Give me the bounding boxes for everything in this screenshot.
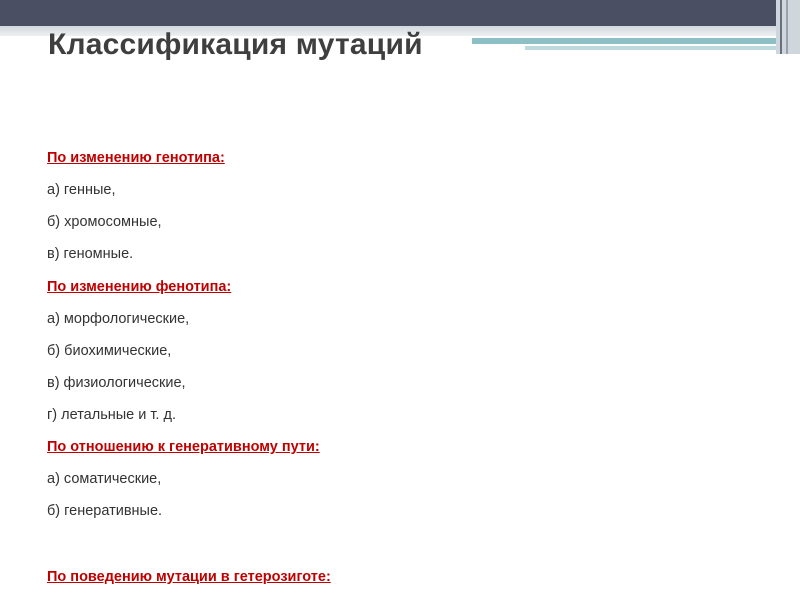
right-edge-line-secondary [786, 0, 788, 54]
right-edge-line [780, 0, 782, 54]
slide-title: Классификация мутаций [48, 28, 423, 61]
section-heading-genotype: По изменению генотипа: [47, 150, 225, 166]
list-item: б) биохимические, [47, 343, 172, 359]
list-item: а) морфологические, [47, 311, 190, 327]
section-heading-generative-path: По отношению к генеративному пути: [47, 439, 320, 455]
list-item: в) геномные. [47, 246, 134, 262]
list-item: а) соматические, [47, 471, 162, 487]
list-item: а) генные, [47, 182, 116, 198]
list-item: г) летальные и т. д. [47, 407, 176, 423]
list-item: в) физиологические, [47, 375, 186, 391]
slide-content-list: По изменению генотипа: а) генные, б) хро… [47, 150, 767, 600]
title-accent-bar-secondary [525, 46, 800, 50]
list-item: б) генеративные. [47, 503, 163, 519]
title-accent-bar [472, 38, 800, 44]
section-heading-heterozygote: По поведению мутации в гетерозиготе: [47, 569, 331, 585]
list-item: б) хромосомные, [47, 214, 162, 230]
top-decorative-band [0, 0, 800, 26]
section-heading-phenotype: По изменению фенотипа: [47, 279, 232, 295]
